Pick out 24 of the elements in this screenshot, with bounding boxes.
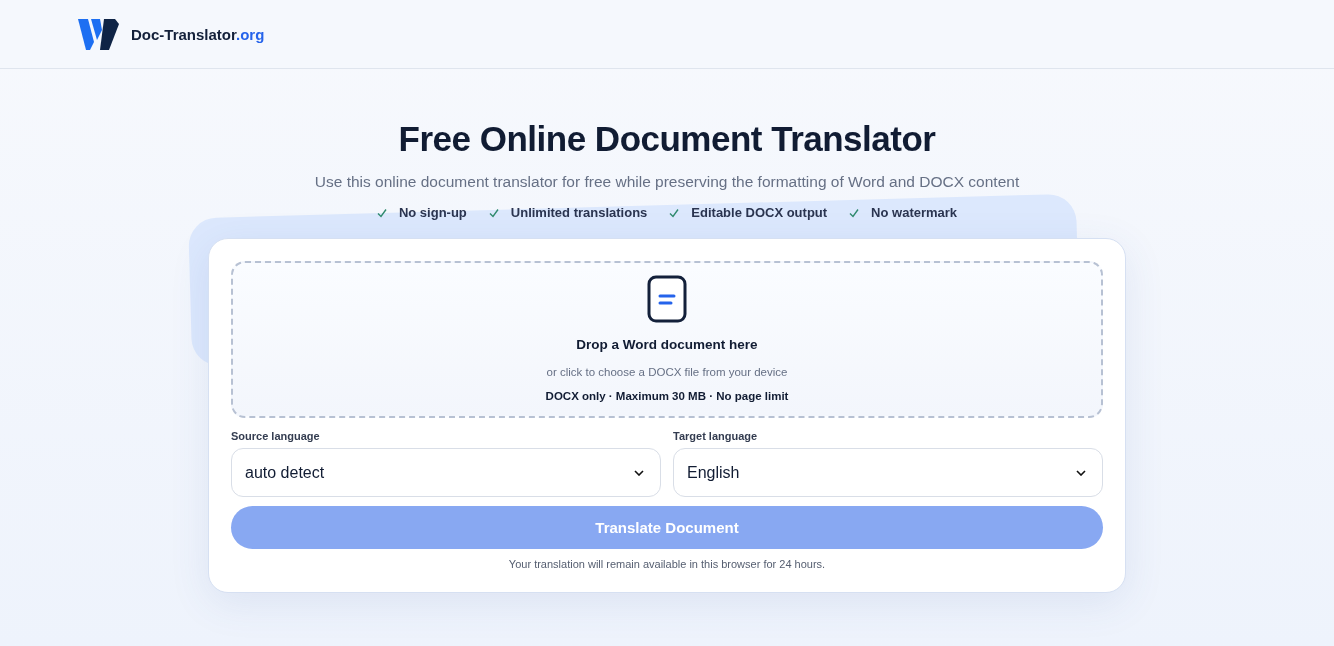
brand-name[interactable]: Doc-Translator.org (131, 25, 265, 43)
check-icon (849, 207, 860, 218)
language-select[interactable]: auto detect (231, 448, 661, 497)
check-icon (488, 207, 499, 218)
drop-hint: or click to choose a DOCX file from your device (546, 366, 788, 378)
file-limits: DOCX only · Maximum 30 MB · No page limit (545, 390, 789, 402)
feature-label: No sign-up (398, 205, 467, 220)
drop-zone[interactable]: Drop a Word document here or click to choose a DOCX file from your device DOCX only · Maximum 30 MB · No page limit (231, 261, 1103, 418)
feature-label: Editable DOCX output (691, 205, 828, 220)
logo-icon[interactable] (77, 16, 121, 52)
language-label: Source language (231, 430, 321, 442)
check-icon (376, 207, 387, 218)
page-title: Free Online Document Translator (398, 119, 936, 159)
availability-note: Your translation will remain available in this browser for 24 hours. (507, 558, 827, 570)
language-select[interactable]: English (673, 448, 1103, 497)
feature-label: Unlimited translations (510, 205, 648, 220)
chevron-down-icon (1076, 469, 1086, 476)
document-icon (647, 275, 687, 323)
language-label: Target language (673, 430, 759, 442)
chevron-down-icon (634, 469, 644, 476)
page-subtitle: Use this online document translator for free while preserving the formatting of Word and DOCX content (314, 173, 1020, 191)
feature-label: No watermark (871, 205, 958, 220)
drop-title: Drop a Word document here (576, 337, 758, 352)
check-icon (669, 207, 680, 218)
